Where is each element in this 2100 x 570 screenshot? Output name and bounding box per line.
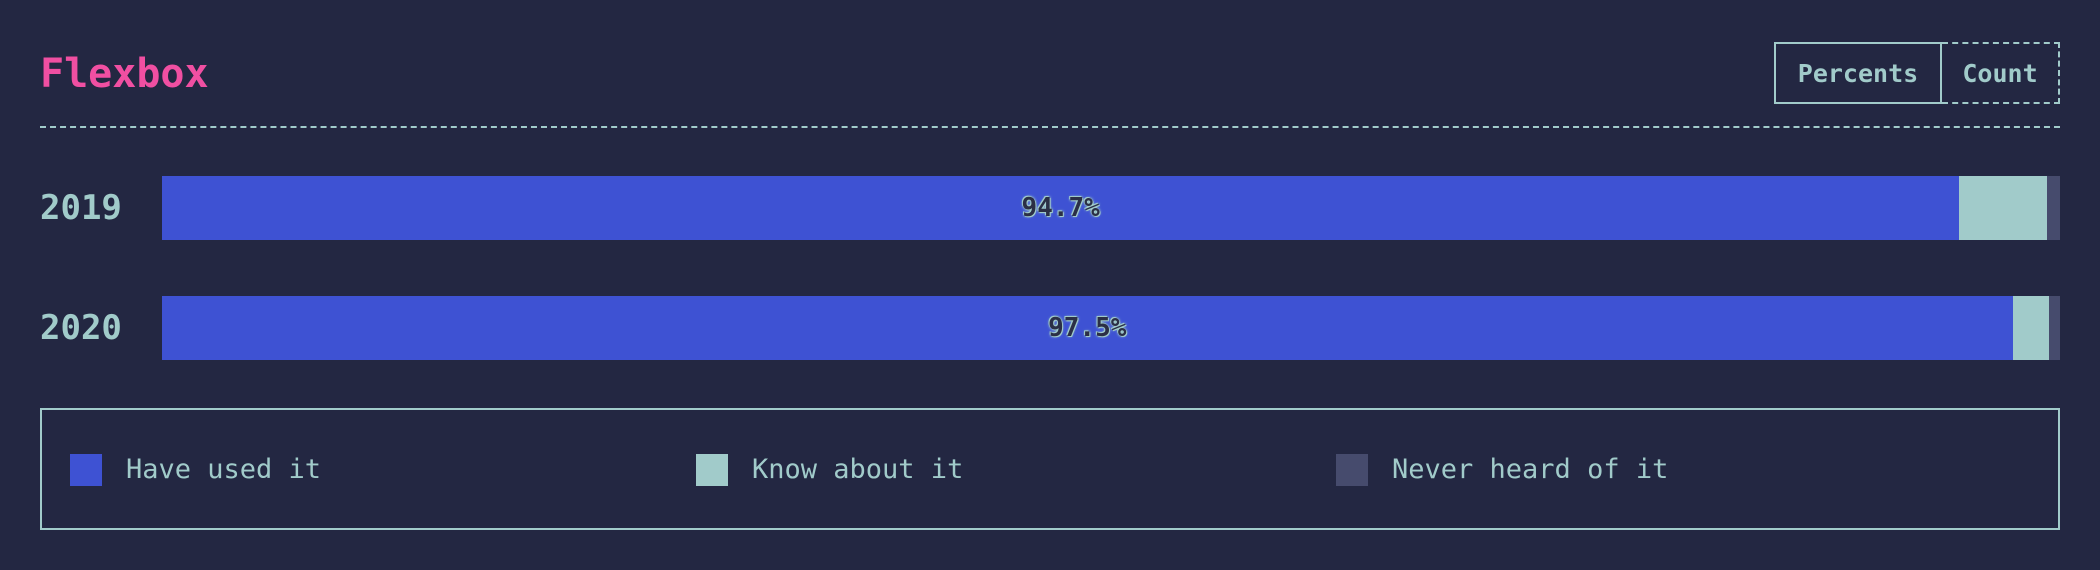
bar-segment-2020-1[interactable]	[2012, 296, 2049, 360]
legend-label-used: Have used it	[126, 454, 322, 485]
bar-segment-2019-2[interactable]	[2046, 176, 2060, 240]
bar-segment-2019-1[interactable]	[1959, 176, 2047, 240]
legend-label-know: Know about it	[752, 454, 964, 485]
legend-item-know[interactable]: Know about it	[696, 454, 963, 486]
chart-title: Flexbox	[40, 51, 209, 97]
legend-item-never[interactable]: Never heard of it	[1336, 454, 1668, 486]
legend-swatch-used	[70, 454, 102, 486]
percents-button[interactable]: Percents	[1774, 42, 1942, 104]
legend: Have used it Know about it Never heard o…	[40, 408, 2060, 530]
legend-swatch-know	[696, 454, 728, 486]
bar-2019: 94.7%	[162, 176, 2060, 240]
row-label-2019: 2019	[40, 188, 122, 228]
header-divider	[40, 126, 2060, 128]
unit-toggle: Percents Count	[1774, 42, 2060, 104]
legend-label-never: Never heard of it	[1392, 454, 1669, 485]
row-label-2020: 2020	[40, 308, 122, 348]
bar-2020: 97.5%	[162, 296, 2060, 360]
data-label-2019: 94.7%	[1021, 193, 1100, 223]
count-button[interactable]: Count	[1942, 42, 2060, 104]
legend-item-used[interactable]: Have used it	[70, 454, 321, 486]
legend-swatch-never	[1336, 454, 1368, 486]
data-label-2020: 97.5%	[1048, 313, 1127, 343]
bar-segment-2020-2[interactable]	[2048, 296, 2060, 360]
